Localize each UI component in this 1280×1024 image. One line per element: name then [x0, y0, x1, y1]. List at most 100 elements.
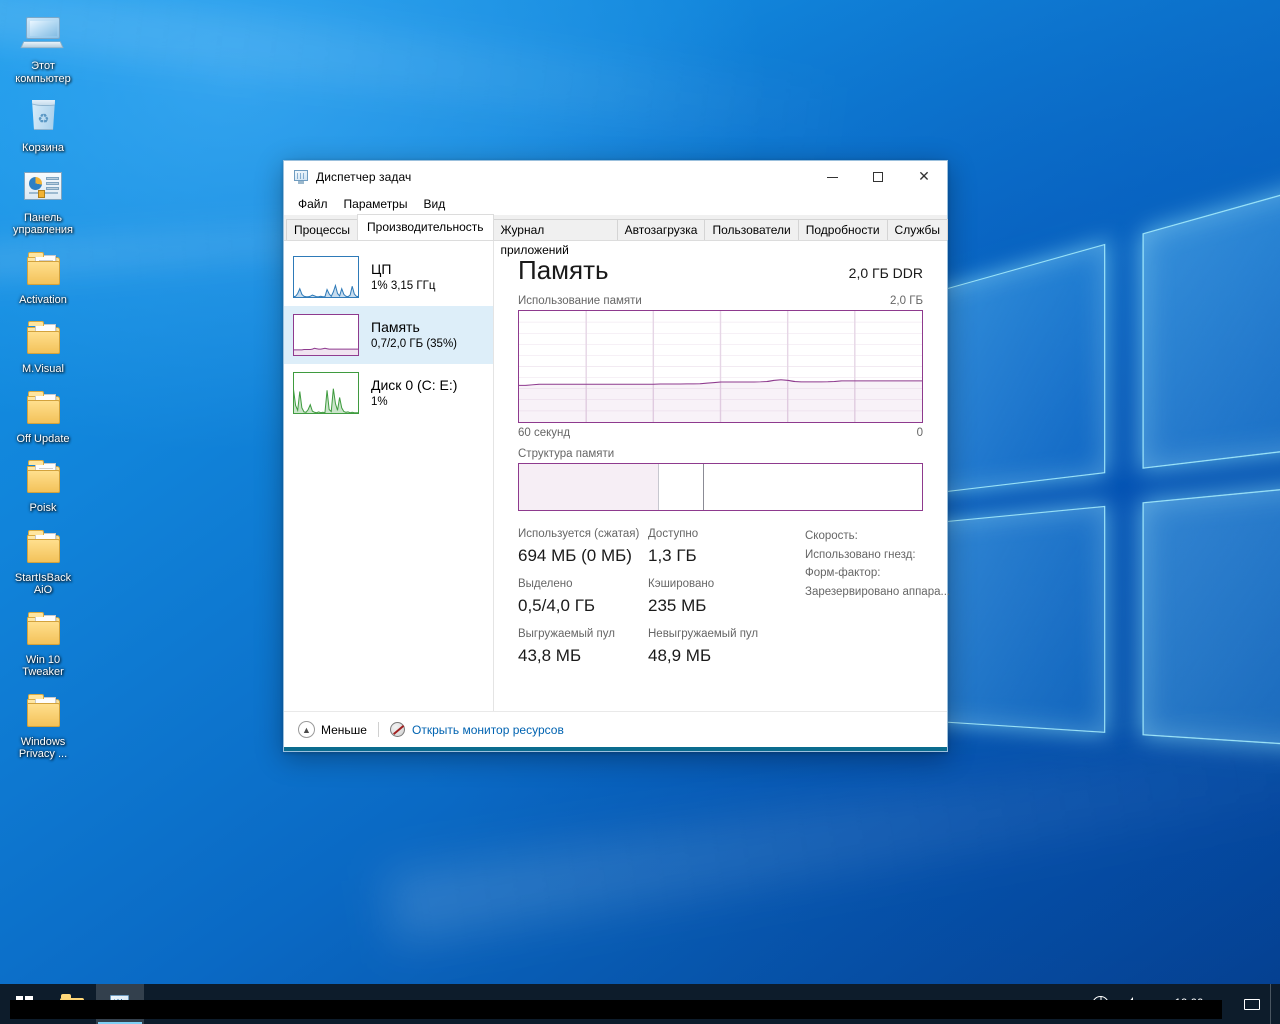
desktop-icon-grid: Этот компьютер ♻ Корзина Панель управлен…	[4, 8, 90, 764]
stat-cached: Кэшировано 235 МБ	[648, 577, 778, 618]
desktop-icon-off-update[interactable]: Off Update	[4, 381, 82, 449]
stat-label: Доступно	[648, 528, 699, 540]
disk-mini-graph	[293, 372, 359, 414]
composition-caption: Структура памяти	[518, 448, 615, 460]
stat-paged-pool: Выгружаемый пул 43,8 МБ	[518, 627, 648, 668]
memory-hardware-info: Скорость: Использовано гнезд: Форм-факто…	[805, 527, 950, 677]
window-body: ЦП 1% 3,15 ГГц Память 0,7/2,0 ГБ (35%) Д…	[284, 241, 950, 711]
desktop-icon-m-visual[interactable]: M.Visual	[4, 311, 82, 379]
desktop-icon-poisk[interactable]: Poisk	[4, 450, 82, 518]
sidebar-item-sublabel: 1%	[371, 395, 388, 408]
resource-monitor-icon	[389, 722, 405, 737]
folder-icon	[19, 246, 67, 292]
tab-services[interactable]: Службы	[886, 219, 948, 240]
desktop-icon-this-computer[interactable]: Этот компьютер	[4, 8, 82, 88]
desktop-icon-label: Этот компьютер	[15, 60, 71, 85]
sidebar-item-label: Диск 0 (C: E:)	[371, 376, 458, 393]
chart-axis-labels: 60 секунд 0	[518, 427, 923, 439]
memory-composition-bar[interactable]	[518, 463, 923, 511]
sidebar-item-cpu[interactable]: ЦП 1% 3,15 ГГц	[284, 248, 493, 306]
composition-caption-row: Структура памяти	[518, 448, 923, 460]
stat-nonpaged-pool: Невыгружаемый пул 48,9 МБ	[648, 627, 778, 668]
folder-icon	[19, 315, 67, 361]
menu-item-view[interactable]: Вид	[415, 195, 453, 213]
stat-value: 694 МБ (0 МБ)	[518, 546, 632, 565]
resource-monitor-label: Открыть монитор ресурсов	[411, 722, 564, 737]
taskbar[interactable]: ▲ 19:00	[0, 984, 1280, 1024]
desktop-icon-label: Win 10 Tweaker	[22, 653, 64, 679]
control-panel-icon	[19, 164, 67, 210]
window-footer: ▲ Меньше Открыть монитор ресурсов	[284, 711, 947, 747]
close-button[interactable]: ✕	[901, 161, 947, 193]
desktop-icon-label: Off Update	[16, 432, 70, 445]
fewer-details-button[interactable]: ▲ Меньше	[298, 721, 367, 738]
title-bar[interactable]: Диспетчер задач ✕	[284, 161, 947, 193]
open-resource-monitor-link[interactable]: Открыть монитор ресурсов	[389, 722, 564, 737]
stat-value: 235 МБ	[648, 596, 707, 615]
desktop-icon-label: Windows Privacy ...	[18, 735, 68, 761]
axis-label-left: 60 секунд	[518, 427, 571, 439]
sidebar-item-label: Память	[371, 318, 420, 335]
memory-total-type: 2,0 ГБ DDR	[848, 265, 923, 281]
desktop-icon-recycle-bin[interactable]: ♻ Корзина	[4, 90, 82, 158]
footer-separator	[377, 722, 379, 737]
desktop-icon-label: Панель управления	[13, 211, 73, 237]
action-center-icon	[1244, 998, 1260, 1010]
tab-users[interactable]: Пользователи	[704, 219, 799, 240]
tab-processes[interactable]: Процессы	[286, 219, 359, 240]
stat-available: Доступно 1,3 ГБ	[648, 527, 778, 568]
desktop-icon-label: Activation	[19, 293, 67, 306]
memory-statistics: Используется (сжатая) 694 МБ (0 МБ) Дост…	[518, 527, 950, 677]
stat-in-use: Используется (сжатая) 694 МБ (0 МБ)	[518, 527, 648, 568]
composition-segment-modified[interactable]	[659, 464, 705, 510]
desktop-icon-label: Poisk	[29, 502, 57, 514]
desktop-icon-win10-tweaker[interactable]: Win 10 Tweaker	[4, 602, 82, 682]
tab-performance[interactable]: Производительность	[357, 214, 494, 240]
stat-label: Выделено	[518, 578, 573, 590]
show-desktop-button[interactable]	[1270, 984, 1280, 1024]
chevron-up-circle-icon: ▲	[298, 721, 315, 738]
chart-caption-right: 2,0 ГБ	[890, 295, 923, 307]
action-center-button[interactable]	[1234, 984, 1270, 1024]
folder-icon	[19, 524, 67, 570]
stat-value: 48,9 МБ	[648, 646, 712, 665]
task-manager-window[interactable]: Диспетчер задач ✕ Файл Параметры Вид Про…	[283, 160, 950, 752]
tab-details[interactable]: Подробности	[797, 219, 888, 240]
folder-icon	[19, 454, 67, 500]
wallpaper-streak	[0, 0, 833, 146]
desktop-icon-startisback-aio[interactable]: StartIsBack AiO	[4, 520, 82, 600]
performance-detail-panel: Память 2,0 ГБ DDR Использование памяти 2…	[494, 241, 950, 711]
tab-startup[interactable]: Автозагрузка	[616, 219, 706, 240]
maximize-button[interactable]	[855, 161, 901, 193]
stat-value: 1,3 ГБ	[648, 546, 697, 565]
minimize-button[interactable]	[809, 161, 855, 193]
tab-app-history[interactable]: Журнал приложений	[492, 219, 618, 257]
computer-icon	[19, 12, 67, 58]
task-manager-icon	[293, 169, 309, 185]
composition-segment-inuse[interactable]	[519, 464, 660, 510]
menu-item-file[interactable]: Файл	[290, 195, 336, 213]
chart-caption-left: Использование памяти	[518, 295, 642, 307]
composition-segment-free[interactable]	[704, 464, 922, 510]
hardware-slots: Использовано гнезд:	[805, 548, 916, 561]
window-controls: ✕	[809, 161, 947, 193]
chart-captions: Использование памяти 2,0 ГБ	[518, 295, 923, 307]
sidebar-item-sublabel: 0,7/2,0 ГБ (35%)	[371, 337, 458, 350]
hardware-reserved: Зарезервировано аппара...	[805, 585, 951, 598]
sidebar-item-memory[interactable]: Память 0,7/2,0 ГБ (35%)	[284, 306, 493, 364]
desktop-icon-windows-privacy[interactable]: Windows Privacy ...	[4, 684, 82, 764]
axis-label-right: 0	[916, 427, 923, 439]
menu-item-options[interactable]: Параметры	[336, 195, 416, 213]
folder-icon	[19, 385, 67, 431]
stat-row: Выделено 0,5/4,0 ГБ Кэшировано 235 МБ	[518, 577, 783, 618]
fewer-details-label: Меньше	[321, 722, 367, 737]
sidebar-item-disk0[interactable]: Диск 0 (C: E:) 1%	[284, 364, 493, 422]
menu-bar: Файл Параметры Вид	[284, 193, 947, 215]
desktop[interactable]: Этот компьютер ♻ Корзина Панель управлен…	[0, 0, 1280, 1024]
desktop-icon-control-panel[interactable]: Панель управления	[4, 160, 82, 240]
stat-label: Кэшировано	[648, 578, 715, 590]
memory-usage-chart	[518, 310, 923, 423]
detail-header: Память 2,0 ГБ DDR	[518, 255, 923, 285]
folder-icon	[19, 606, 67, 652]
desktop-icon-activation[interactable]: Activation	[4, 242, 82, 310]
